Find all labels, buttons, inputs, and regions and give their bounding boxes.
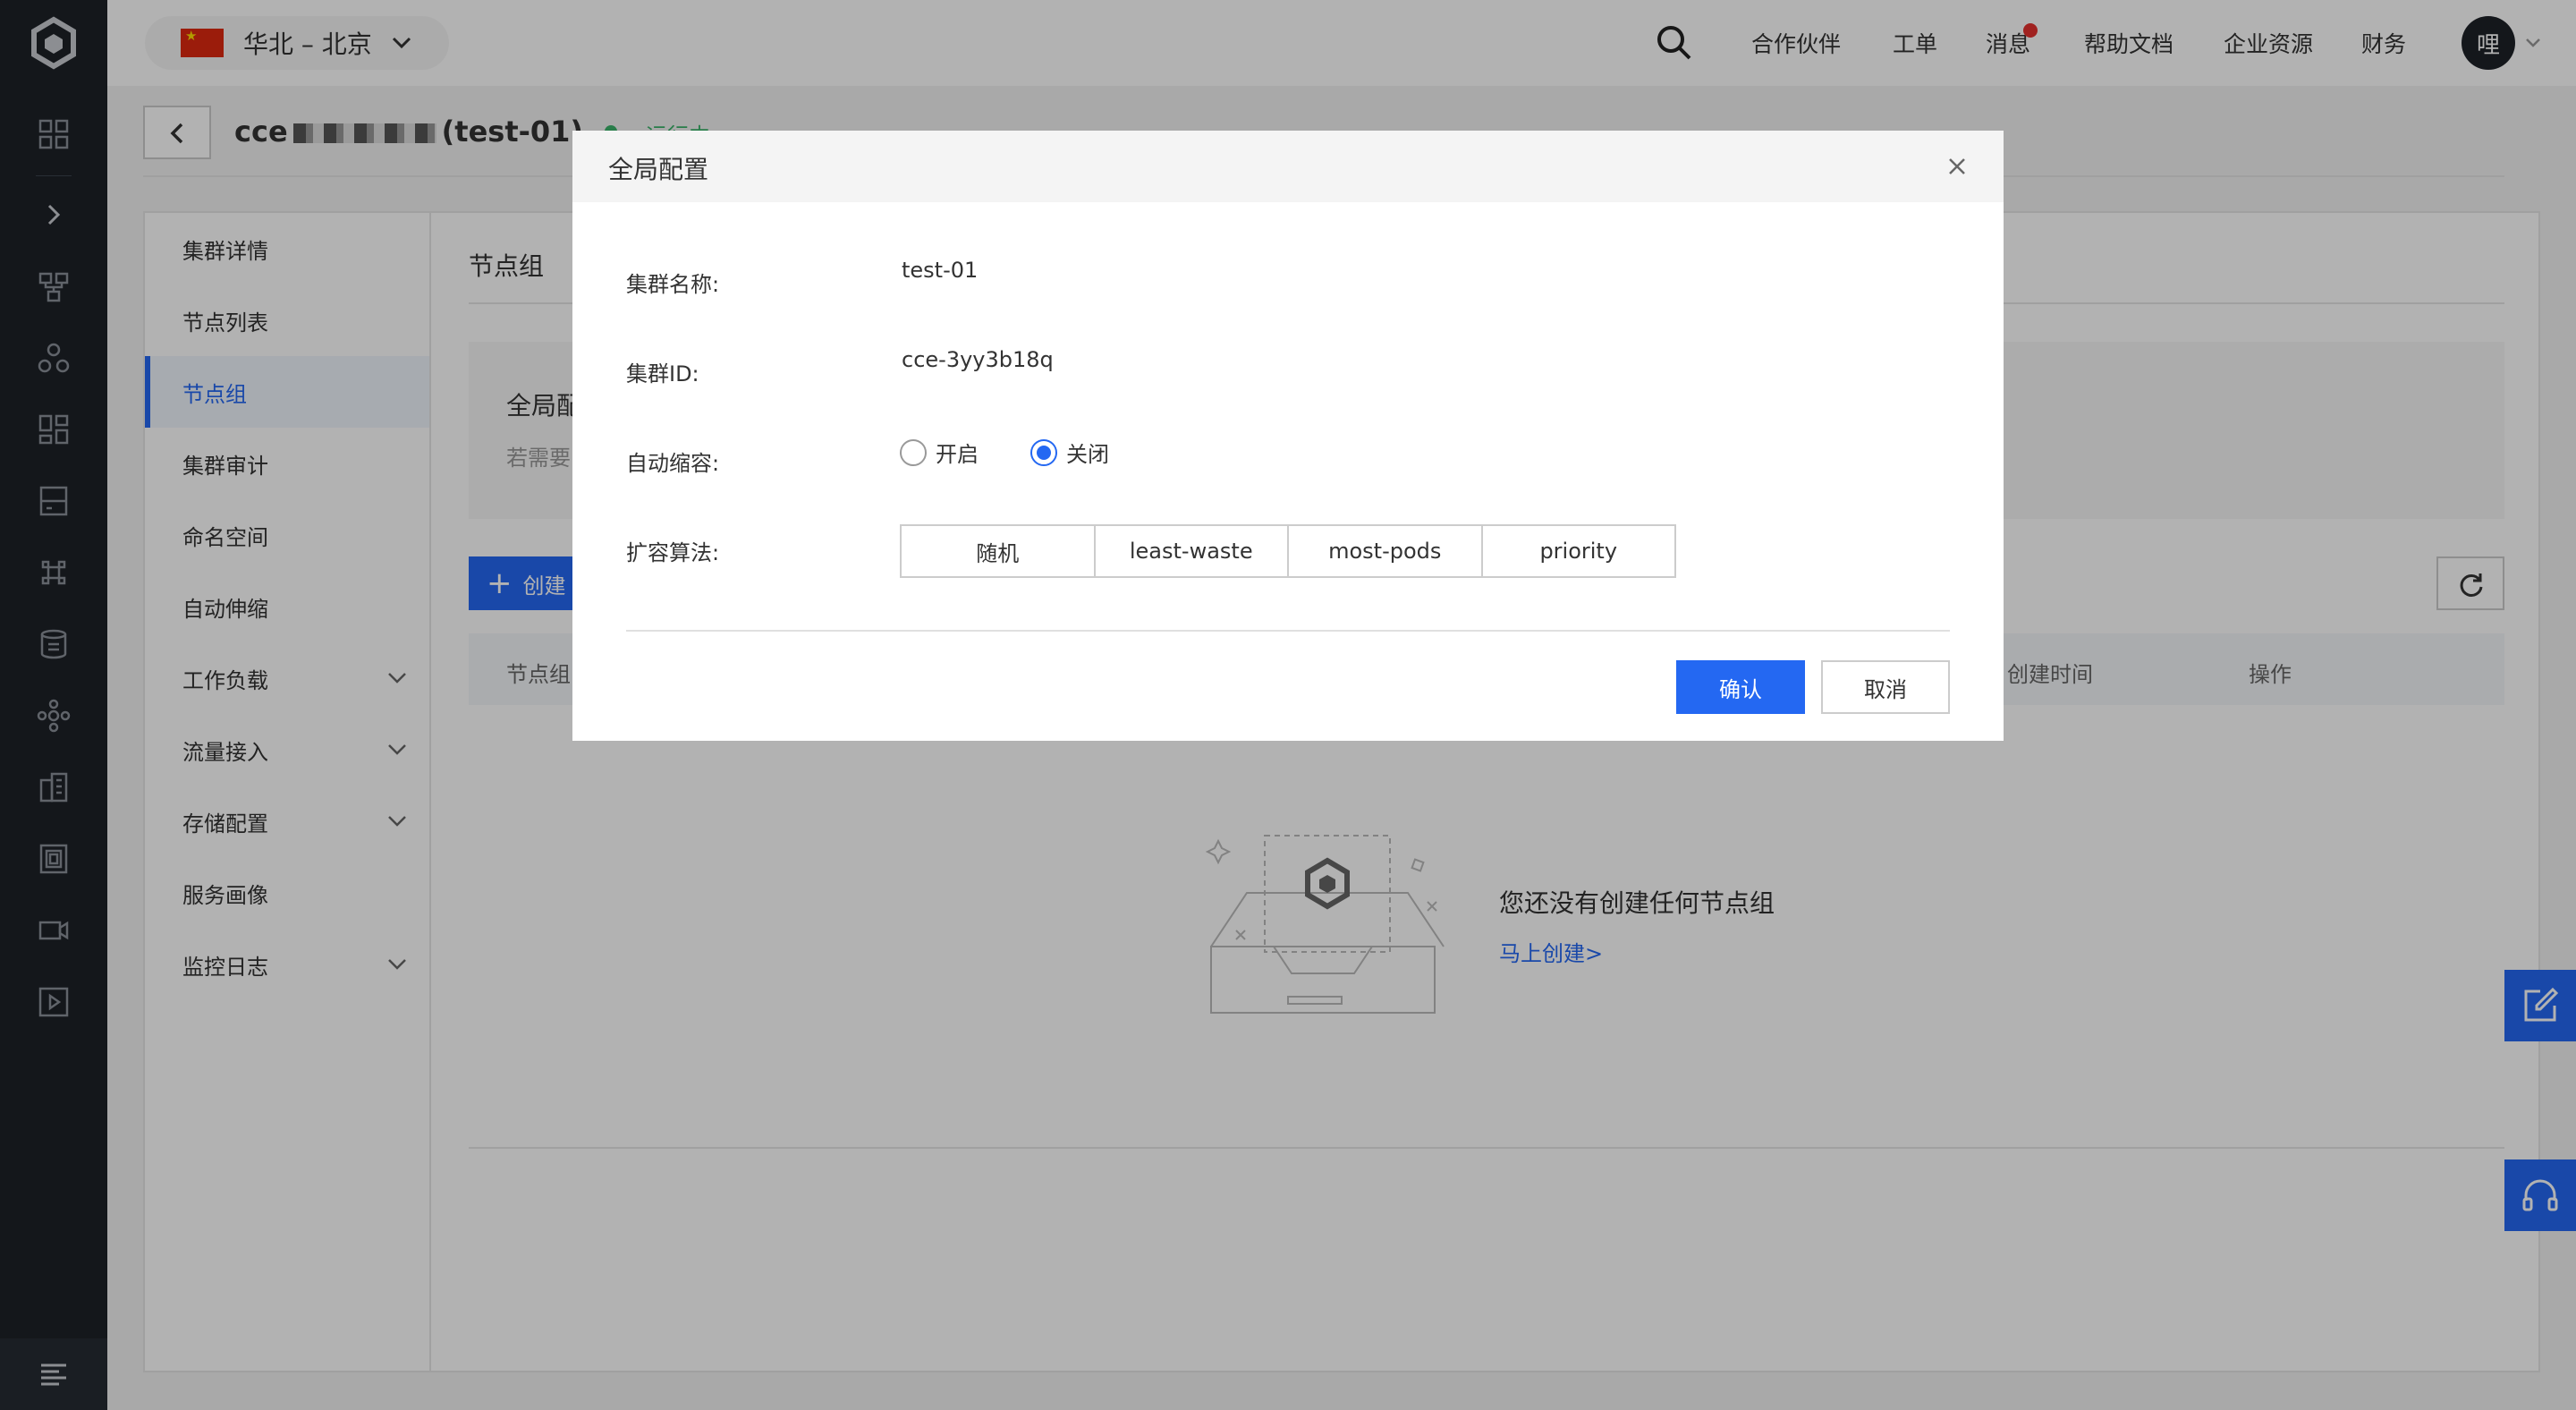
expander-option-least-waste[interactable]: least-waste [1093,524,1289,578]
expander-segmented-control: 随机 least-waste most-pods priority [900,524,1682,578]
radio-disable[interactable]: 关闭 [1030,437,1109,468]
dialog-header: 全局配置 [572,131,2004,202]
cluster-id-value: cce-3yy3b18q [902,347,1054,372]
expander-label: 扩容算法: [626,540,720,565]
cluster-name-value: test-01 [902,258,979,283]
autoscale-label: 自动缩容: [626,451,720,476]
dialog-title: 全局配置 [608,155,709,184]
radio-enable[interactable]: 开启 [900,437,979,468]
confirm-button[interactable]: 确认 [1676,660,1805,714]
radio-disable-label: 关闭 [1066,442,1109,467]
expander-option-priority[interactable]: priority [1480,524,1676,578]
cluster-name-label: 集群名称: [626,272,720,297]
global-config-dialog: 全局配置 集群名称: test-01 集群ID: cce-3yy3b18q 自动… [572,131,2004,741]
expander-option-random[interactable]: 随机 [900,524,1096,578]
close-icon[interactable] [1943,152,1971,181]
cluster-id-label: 集群ID: [626,361,699,386]
cancel-button[interactable]: 取消 [1821,660,1950,714]
radio-disable-circle[interactable] [1030,438,1057,466]
radio-enable-circle[interactable] [900,438,927,466]
dialog-divider [626,630,1950,632]
radio-enable-label: 开启 [936,442,979,467]
expander-option-most-pods[interactable]: most-pods [1287,524,1483,578]
